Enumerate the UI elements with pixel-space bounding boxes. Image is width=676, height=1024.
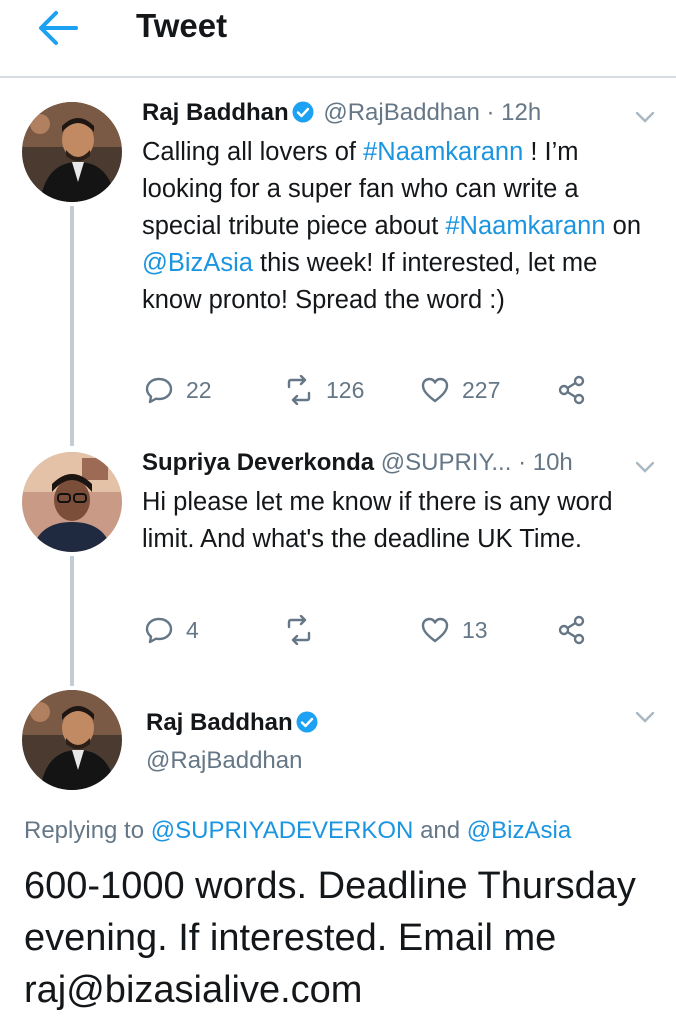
- heart-icon: [421, 377, 449, 403]
- verified-badge-icon: [296, 711, 318, 733]
- main-tweet-author: Raj Baddhan: [146, 708, 321, 738]
- reply-button[interactable]: 4: [144, 614, 199, 646]
- share-icon: [558, 375, 585, 405]
- chevron-down-icon[interactable]: [634, 460, 656, 474]
- avatar[interactable]: [22, 452, 122, 552]
- mention-link[interactable]: @SUPRIYADEVERKON: [151, 817, 414, 844]
- display-name[interactable]: Raj Baddhan: [146, 709, 293, 736]
- like-count: 227: [462, 376, 501, 403]
- handle[interactable]: @SUPRIY...: [381, 449, 512, 476]
- tweet-header: Supriya Deverkonda @SUPRIY... · 10h: [142, 448, 573, 478]
- hashtag-link[interactable]: #Naamkarann: [363, 138, 523, 166]
- like-count: 13: [462, 616, 488, 643]
- reply-count: 4: [186, 616, 199, 643]
- share-icon: [558, 615, 585, 645]
- avatar[interactable]: [22, 690, 122, 790]
- timestamp[interactable]: · 10h: [518, 449, 573, 476]
- retweet-button[interactable]: 126: [284, 374, 364, 406]
- page-title: Tweet: [136, 7, 228, 44]
- reply-button[interactable]: 22: [144, 374, 212, 406]
- chevron-down-icon[interactable]: [634, 110, 656, 124]
- retweet-icon: [287, 375, 311, 405]
- retweet-icon: [287, 615, 311, 645]
- tweet-header: Raj Baddhan @RajBaddhan · 12h: [142, 98, 541, 128]
- handle[interactable]: @RajBaddhan: [323, 99, 479, 126]
- main-tweet-text: 600-1000 words. Deadline Thursday evenin…: [24, 865, 636, 1011]
- avatar[interactable]: [22, 102, 122, 202]
- like-button[interactable]: 13: [420, 614, 488, 646]
- retweet-count: 126: [326, 376, 365, 403]
- header-divider: [0, 76, 676, 78]
- handle[interactable]: @RajBaddhan: [146, 746, 302, 776]
- display-name[interactable]: Raj Baddhan: [142, 99, 289, 126]
- thread-line: [70, 206, 74, 446]
- mention-link[interactable]: @BizAsia: [467, 817, 571, 844]
- retweet-button[interactable]: [284, 614, 314, 646]
- tweet-text: Calling all lovers of #Naamkarann ! I’m …: [142, 138, 641, 314]
- mention-link[interactable]: @BizAsia: [142, 249, 253, 277]
- share-button[interactable]: [556, 614, 586, 646]
- reply-icon: [145, 617, 173, 644]
- hashtag-link[interactable]: #Naamkarann: [445, 212, 605, 240]
- chevron-down-icon[interactable]: [634, 710, 656, 724]
- reply-count: 22: [186, 376, 212, 403]
- arrow-left-icon[interactable]: [36, 10, 78, 46]
- heart-icon: [421, 617, 449, 643]
- tweet-text: Hi please let me know if there is any wo…: [142, 488, 613, 553]
- reply-icon: [145, 377, 173, 404]
- replying-to: Replying to @SUPRIYADEVERKON and @BizAsi…: [24, 817, 572, 844]
- top-bar: Tweet: [0, 0, 676, 76]
- like-button[interactable]: 227: [420, 374, 500, 406]
- thread-line: [70, 556, 74, 686]
- share-button[interactable]: [556, 374, 586, 406]
- timestamp[interactable]: · 12h: [487, 99, 542, 126]
- display-name[interactable]: Supriya Deverkonda: [142, 449, 374, 476]
- verified-badge-icon: [292, 101, 314, 123]
